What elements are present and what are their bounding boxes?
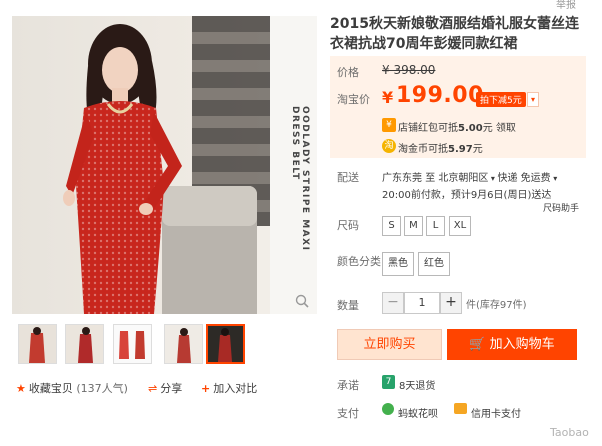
thumbnail-5-selected[interactable]	[206, 324, 245, 364]
gold-coin-offset: 淘金币可抵5.97元	[398, 140, 483, 155]
size-option-m[interactable]: M	[404, 216, 423, 236]
product-title: 2015秋天新娘敬酒服结婚礼服女蕾丝连衣裙抗战70周年彭媛同款红裙	[330, 16, 579, 52]
size-label: 尺码	[337, 219, 359, 232]
tb-price: 199.00	[396, 83, 484, 108]
quantity-input[interactable]: 1	[404, 292, 440, 314]
huabei-payment[interactable]: 蚂蚁花呗	[398, 405, 438, 420]
quantity-label: 数量	[337, 299, 359, 312]
report-link[interactable]: 举报	[556, 0, 576, 11]
thumbnail-4[interactable]	[164, 324, 203, 364]
payment-label: 支付	[337, 407, 359, 420]
return-policy[interactable]: 8天退货	[399, 377, 435, 392]
promise-label: 承诺	[337, 379, 359, 392]
color-option-red[interactable]: 红色	[418, 252, 450, 276]
share-icon: ⇌	[148, 382, 158, 395]
chevron-down-icon[interactable]: ▾	[527, 92, 539, 107]
star-icon: ★	[16, 382, 26, 395]
favorite-count: (137人气)	[76, 382, 128, 395]
compare-label: 加入对比	[213, 382, 258, 395]
color-option-black[interactable]: 黑色	[382, 252, 414, 276]
delivery-to[interactable]: 北京朝阳区	[438, 173, 488, 184]
taobao-watermark: Taobao	[550, 426, 589, 439]
delivery-label: 配送	[337, 171, 359, 184]
buy-now-button[interactable]: 立即购买	[337, 329, 442, 360]
gold-prefix: 淘金币可抵	[398, 144, 448, 155]
stock-info: 件(库存97件)	[466, 300, 527, 311]
size-option-s[interactable]: S	[382, 216, 401, 236]
image-side-text: OODLADY STRIPE MAXI DRESS BELT	[290, 106, 310, 252]
orig-price-label: 价格	[337, 66, 359, 79]
add-to-cart-button[interactable]: 🛒 加入购物车	[447, 329, 577, 360]
size-option-l[interactable]: L	[426, 216, 445, 236]
orig-price: ¥ 398.00	[382, 63, 436, 77]
thumbnail-2[interactable]	[65, 324, 104, 364]
currency-symbol: ¥	[382, 88, 394, 107]
favorite-label: 收藏宝贝	[28, 382, 73, 395]
favorite-button[interactable]: ★ 收藏宝贝 (137人气)	[16, 380, 128, 396]
quantity-plus-button[interactable]: +	[440, 292, 462, 314]
cart-icon: 🛒	[469, 337, 486, 352]
share-label: 分享	[160, 382, 183, 395]
coupon-suffix: 元 领取	[482, 123, 516, 134]
credit-card-icon	[454, 403, 467, 414]
chevron-down-icon[interactable]: ▾	[551, 174, 557, 183]
tb-price-label: 淘宝价	[337, 93, 370, 106]
thumbnail-1[interactable]	[18, 324, 57, 364]
delivery-line: 广东东莞 至 北京朝阳区 ▾ 快递 免运费 ▾	[382, 169, 557, 184]
color-label: 颜色分类	[337, 255, 381, 268]
quantity-minus-button[interactable]: −	[382, 292, 404, 314]
main-product-image[interactable]: OODLADY STRIPE MAXI DRESS BELT	[12, 16, 317, 314]
coupon-prefix: 店铺红包可抵	[398, 123, 458, 134]
thumbnail-3[interactable]	[113, 324, 152, 364]
size-option-xl[interactable]: XL	[449, 216, 471, 236]
credit-card-payment[interactable]: 信用卡支付	[471, 405, 521, 420]
delivery-to-prefix: 至	[425, 173, 436, 184]
delivery-from: 广东东莞	[382, 173, 422, 184]
share-button[interactable]: ⇌ 分享	[148, 380, 182, 396]
size-helper-link[interactable]: 尺码助手	[543, 201, 579, 214]
gold-suffix: 元	[472, 144, 483, 155]
coupon-amount: 5.00	[458, 123, 483, 134]
delivery-method[interactable]: 快递 免运费	[497, 173, 550, 184]
gold-amount: 5.97	[448, 144, 473, 155]
add-cart-label: 加入购物车	[489, 337, 555, 352]
gold-coin-icon: 淘	[382, 139, 396, 153]
compare-button[interactable]: + 加入对比	[201, 380, 257, 396]
delivery-note: 20:00前付款，预计9月6日(周日)送达	[382, 190, 552, 201]
promo-tag: 拍下减5元	[476, 92, 526, 107]
huabei-icon	[382, 403, 394, 415]
search-icon[interactable]	[295, 294, 309, 308]
plus-icon: +	[201, 382, 211, 395]
return-badge-icon: 7	[382, 375, 395, 389]
coupon-icon: ¥	[382, 118, 396, 132]
shop-coupon[interactable]: 店铺红包可抵5.00元 领取	[398, 119, 516, 134]
model-figure	[63, 24, 182, 314]
